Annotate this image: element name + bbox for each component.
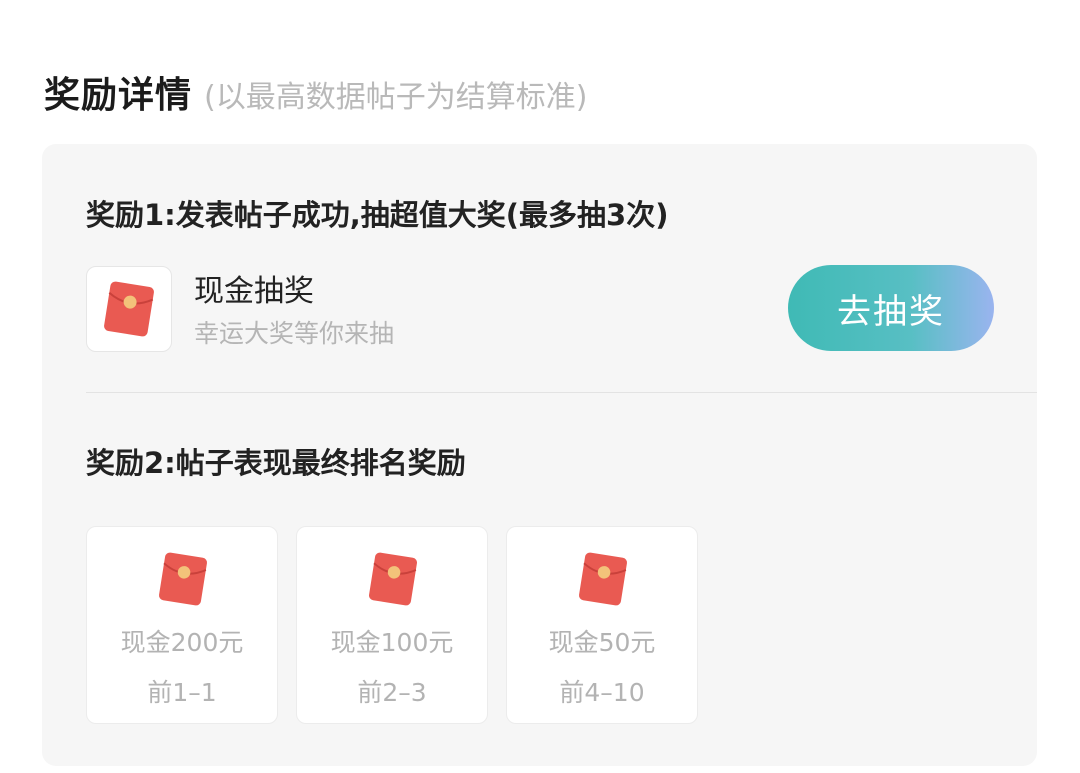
red-envelope-icon: [104, 281, 154, 337]
prize-amount: 现金50元: [548, 628, 656, 657]
rewards-panel: 奖励1:发表帖子成功,抽超值大奖(最多抽3次) 现金抽奖 幸运大奖等你来抽 去抽…: [42, 144, 1037, 766]
red-envelope-icon: [369, 552, 417, 606]
go-draw-button[interactable]: 去抽奖: [788, 265, 994, 351]
prize-card-rank-2: 现金100元 前2–3: [296, 526, 488, 724]
page-subtitle: (以最高数据帖子为结算标准): [204, 80, 588, 115]
cash-draw-row: 现金抽奖 幸运大奖等你来抽 去抽奖: [86, 264, 994, 354]
prize-amount: 现金100元: [330, 628, 454, 657]
reward-details-header: 奖励详情 (以最高数据帖子为结算标准): [44, 66, 587, 118]
prize-rank: 前2–3: [357, 678, 427, 707]
page-title: 奖励详情: [44, 75, 193, 116]
prize-amount: 现金200元: [120, 628, 244, 657]
reward1-title: 奖励1:发表帖子成功,抽超值大奖(最多抽3次): [86, 198, 669, 232]
prize-card-rank-3: 现金50元 前4–10: [506, 526, 698, 724]
cash-draw-icon-box: [86, 266, 172, 352]
section-divider: [86, 392, 1037, 393]
reward-details-page: 奖励详情 (以最高数据帖子为结算标准) 奖励1:发表帖子成功,抽超值大奖(最多抽…: [0, 0, 1080, 773]
cash-draw-description: 幸运大奖等你来抽: [194, 319, 395, 348]
prize-rank: 前1–1: [147, 678, 217, 707]
reward2-title: 奖励2:帖子表现最终排名奖励: [86, 446, 466, 480]
red-envelope-icon: [579, 552, 627, 606]
red-envelope-icon: [159, 552, 207, 606]
cash-draw-name: 现金抽奖: [194, 274, 314, 309]
prize-rank: 前4–10: [559, 678, 645, 707]
prize-card-rank-1: 现金200元 前1–1: [86, 526, 278, 724]
